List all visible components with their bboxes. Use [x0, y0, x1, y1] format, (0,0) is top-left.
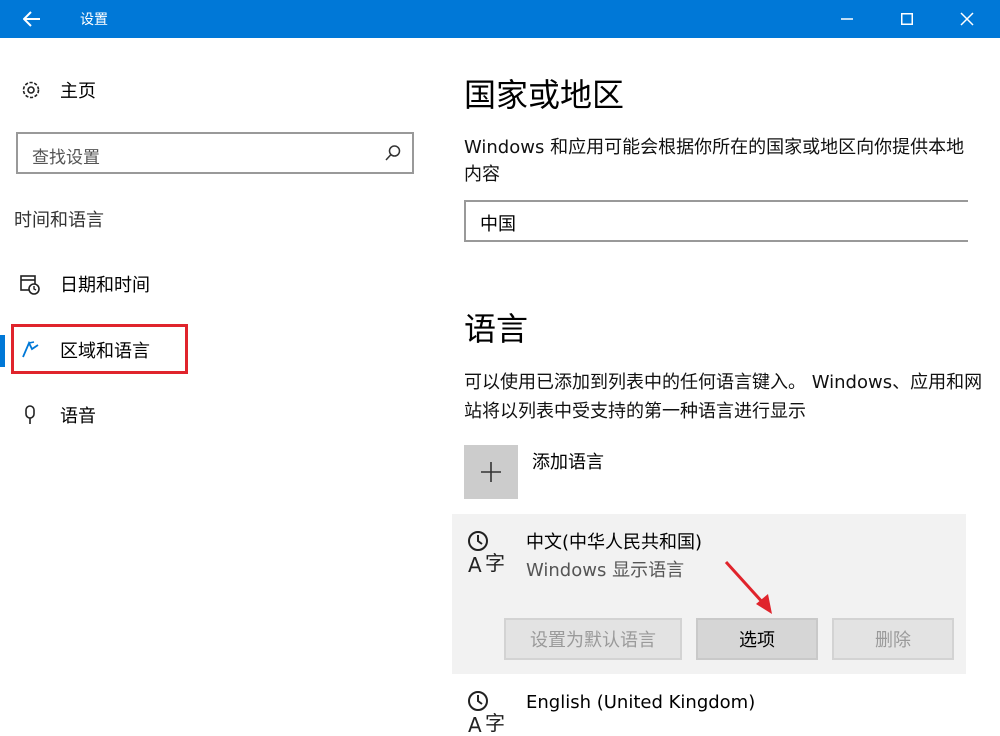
clock-calendar-icon — [20, 275, 40, 295]
minimize-icon — [841, 18, 853, 20]
region-description: Windows 和应用可能会根据你所在的国家或地区向你提供本地内容 — [464, 137, 965, 185]
nav-home-label: 主页 — [60, 81, 96, 102]
add-language-label[interactable]: 添加语言 — [532, 448, 604, 474]
search-placeholder: 查找设置 — [32, 148, 100, 168]
search-icon — [385, 145, 401, 161]
back-button[interactable] — [0, 0, 64, 38]
add-language-button[interactable] — [464, 445, 518, 499]
red-highlight-box — [11, 324, 188, 374]
minimize-button[interactable] — [818, 0, 876, 38]
nav-home[interactable]: 主页 — [20, 78, 96, 102]
region-heading: 国家或地区 — [464, 76, 625, 114]
main-content: 国家或地区 Windows 和应用可能会根据你所在的国家或地区向你提供本地内容 … — [440, 38, 1000, 736]
language-item-chinese[interactable]: A 字 中文(中华人民共和国) Windows 显示语言 设置为默认语言 选项 … — [452, 514, 966, 674]
plus-icon — [481, 462, 501, 482]
svg-text:字: 字 — [485, 551, 505, 574]
sidebar: 主页 查找设置 时间和语言 日期和时间 区域和语言 语音 — [0, 38, 440, 736]
country-value: 中国 — [480, 214, 516, 235]
search-input[interactable]: 查找设置 — [16, 132, 414, 174]
red-arrow-annotation — [724, 560, 772, 614]
gear-icon — [22, 81, 40, 99]
sidebar-item-label: 日期和时间 — [60, 275, 150, 296]
back-arrow-icon — [23, 11, 40, 27]
set-default-button[interactable]: 设置为默认语言 — [504, 618, 682, 660]
language-item-english[interactable]: A 字 English (United Kingdom) — [452, 682, 966, 736]
language-pack-icon: A 字 — [468, 691, 505, 734]
title-bar: 设置 — [0, 0, 1000, 38]
section-title: 时间和语言 — [14, 210, 104, 231]
svg-text:A: A — [468, 553, 482, 574]
language-name: 中文(中华人民共和国) — [526, 532, 703, 553]
selection-indicator — [0, 335, 5, 367]
svg-text:字: 字 — [485, 711, 505, 734]
window-title: 设置 — [80, 12, 108, 28]
close-button[interactable] — [938, 0, 996, 38]
country-select[interactable]: 中国 — [464, 200, 968, 242]
remove-button[interactable]: 删除 — [832, 618, 954, 660]
maximize-icon — [901, 13, 913, 25]
sidebar-item-date-time[interactable]: 日期和时间 — [20, 269, 150, 299]
sidebar-item-label: 语音 — [60, 406, 96, 427]
options-button[interactable]: 选项 — [696, 618, 818, 660]
language-pack-icon: A 字 — [468, 531, 505, 574]
language-description: 可以使用已添加到列表中的任何语言键入。 Windows、应用和网站将以列表中受支… — [464, 372, 983, 422]
sidebar-item-speech[interactable]: 语音 — [20, 400, 96, 430]
language-name: English (United Kingdom) — [526, 692, 756, 713]
language-heading: 语言 — [464, 310, 529, 348]
microphone-icon — [25, 405, 35, 424]
maximize-button[interactable] — [878, 0, 936, 38]
language-subtitle: Windows 显示语言 — [526, 560, 685, 581]
close-icon — [960, 12, 974, 26]
svg-text:A: A — [468, 713, 482, 734]
